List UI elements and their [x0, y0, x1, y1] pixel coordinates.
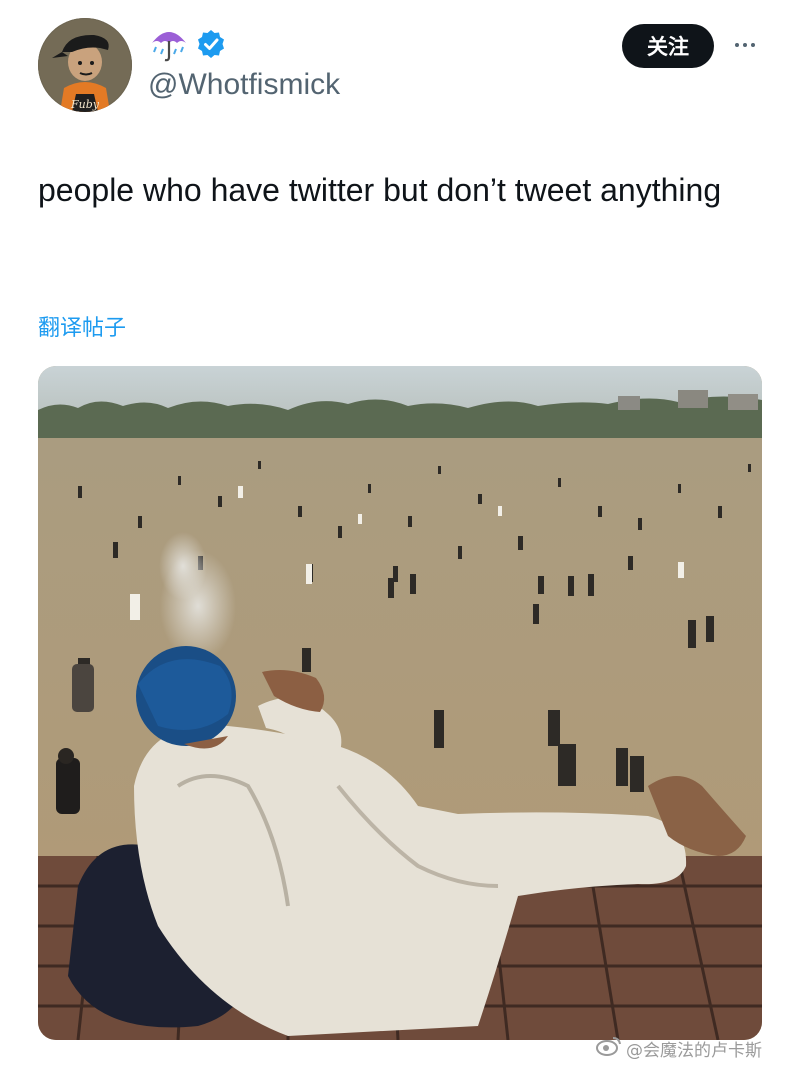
display-name[interactable] — [148, 26, 226, 66]
svg-text:Fuby: Fuby — [70, 98, 100, 111]
follow-button[interactable]: 关注 — [622, 24, 714, 68]
umbrella-emoji-icon — [148, 25, 190, 68]
more-options-button[interactable] — [728, 30, 762, 60]
watermark-text: @会魔法的卢卡斯 — [626, 1040, 762, 1061]
tweet-text: people who have twitter but don’t tweet … — [38, 172, 722, 208]
user-handle[interactable]: @Whotfismick — [148, 68, 340, 102]
tweet-header: Fuby @Whotfismick 关注 — [38, 18, 762, 118]
verified-badge-icon — [196, 29, 226, 64]
translate-post-link[interactable]: 翻译帖子 — [38, 310, 126, 342]
watermark: @会魔法的卢卡斯 — [596, 1034, 762, 1062]
weibo-logo-icon — [596, 1035, 622, 1062]
tweet-photo[interactable] — [38, 366, 762, 1040]
avatar[interactable]: Fuby — [38, 18, 132, 112]
cartoon-avatar-icon: Fuby — [38, 18, 132, 112]
more-dots-icon — [735, 43, 739, 47]
photo-man-reclining-field — [38, 366, 762, 1040]
